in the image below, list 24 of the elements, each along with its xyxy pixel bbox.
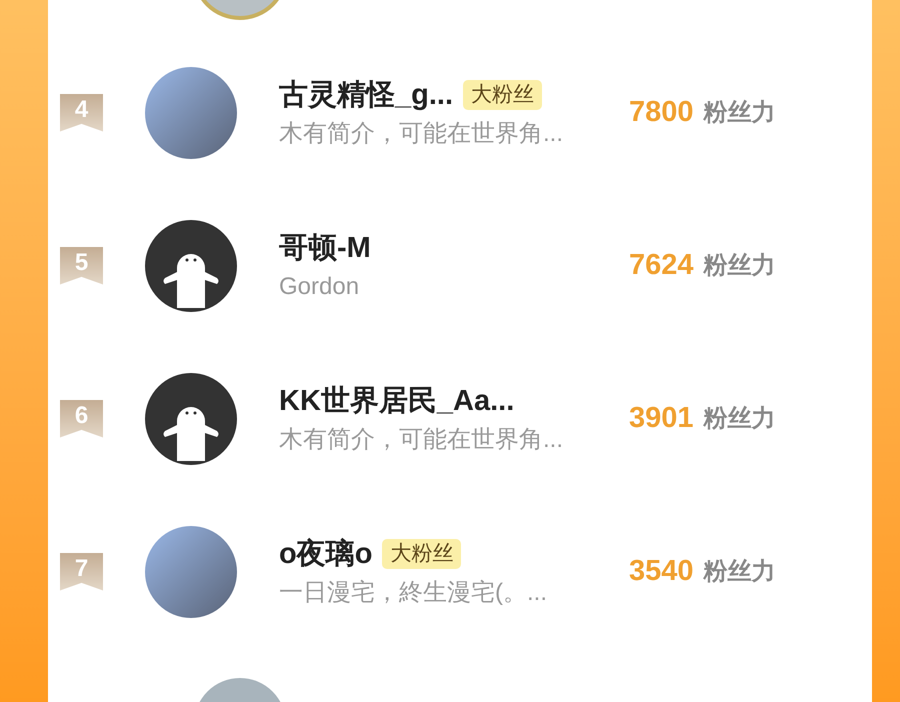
user-name: 哥顿-M (279, 230, 371, 266)
rank-ribbon: 7 (60, 552, 103, 590)
rank-ribbon: 4 (60, 94, 103, 132)
user-name: 古灵精怪_g... (279, 78, 454, 112)
fan-level-badge: 大粉丝 (463, 80, 542, 110)
default-avatar-icon (145, 220, 237, 312)
user-bio: 一日漫宅，終生漫宅(。... (279, 578, 548, 608)
user-name: KK世界居民_Aa... (279, 384, 514, 418)
score-unit: 粉丝力 (704, 556, 776, 586)
user-name: o夜璃o (279, 536, 372, 572)
fan-score: 7624 (629, 248, 694, 283)
score-unit: 粉丝力 (704, 404, 776, 434)
default-avatar-icon (145, 372, 237, 464)
fan-score: 3540 (629, 554, 694, 589)
score-unit: 粉丝力 (704, 250, 776, 280)
rank-ribbon: 5 (60, 246, 103, 284)
fan-score: 7800 (629, 94, 694, 130)
user-bio: 木有简介，可能在世界角... (279, 118, 564, 148)
user-bio: Gordon (279, 272, 360, 302)
fan-level-badge: 大粉丝 (382, 538, 462, 568)
user-bio: 木有简介，可能在世界角... (279, 424, 564, 454)
rank-ribbon: 6 (60, 400, 103, 438)
fan-score: 3901 (629, 400, 694, 436)
score-unit: 粉丝力 (704, 98, 776, 128)
